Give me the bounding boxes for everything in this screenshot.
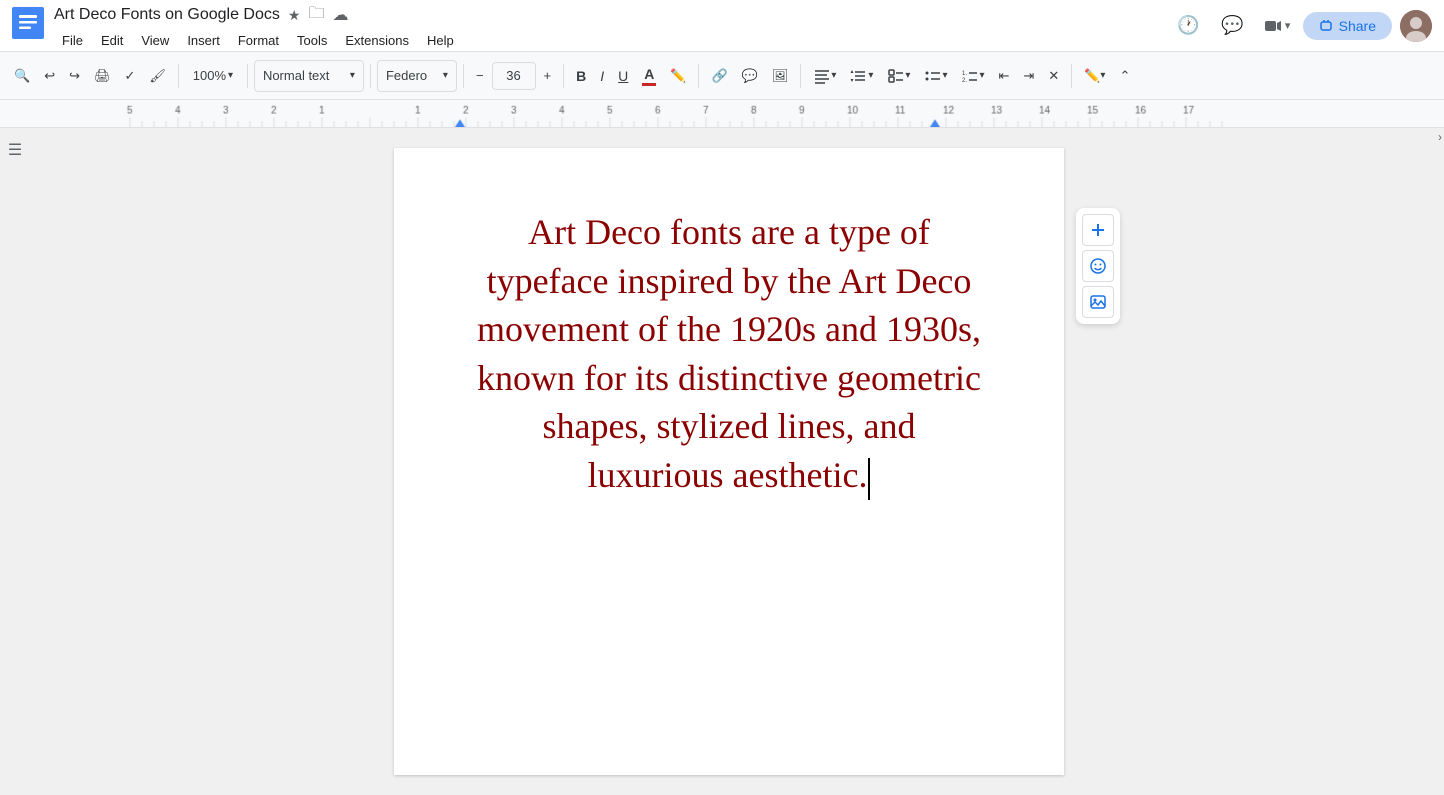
search-button[interactable]: 🔍 xyxy=(8,60,36,92)
menu-bar: FileEditViewInsertFormatToolsExtensionsH… xyxy=(54,31,1171,50)
doc-content[interactable]: Art Deco fonts are a type of typeface in… xyxy=(474,208,984,500)
meet-button[interactable]: ▾ xyxy=(1259,8,1295,44)
clear-format-button[interactable]: ✕ xyxy=(1042,60,1065,92)
separator-8 xyxy=(1071,64,1072,88)
highlight-button[interactable]: ✏️ xyxy=(664,60,692,92)
indent-decrease-button[interactable]: ⇤ xyxy=(993,60,1016,92)
doc-title[interactable]: Art Deco Fonts on Google Docs xyxy=(54,6,280,24)
history-button[interactable]: 🕐 xyxy=(1171,8,1207,44)
star-icon[interactable]: ★ xyxy=(288,7,301,24)
checklist-button[interactable]: ▾ xyxy=(881,60,916,92)
redo-button[interactable]: ↪ xyxy=(63,60,86,92)
font-size-input[interactable] xyxy=(492,62,536,90)
svg-text:2.: 2. xyxy=(962,78,967,84)
separator-5 xyxy=(563,64,564,88)
share-label: Share xyxy=(1339,18,1376,34)
doc-title-row: Art Deco Fonts on Google Docs ★ 🗀 ☁ xyxy=(54,2,1171,29)
italic-button[interactable]: I xyxy=(594,60,610,92)
insert-comment-button[interactable]: 💬 xyxy=(736,60,764,92)
separator-6 xyxy=(698,64,699,88)
number-list-button[interactable]: 1.2. ▾ xyxy=(955,60,990,92)
separator-4 xyxy=(463,64,464,88)
float-sidebar xyxy=(1076,208,1120,324)
insert-image-float-button[interactable] xyxy=(1082,286,1114,318)
docs-logo xyxy=(12,7,44,44)
menu-item-edit[interactable]: Edit xyxy=(93,31,131,50)
text-color-button[interactable]: A xyxy=(636,60,662,92)
insert-image-button[interactable]: 🖼 xyxy=(766,60,795,92)
toolbar: 🔍 ↩ ↪ 🖨 ✓ 🖌 100% ▾ Normal text ▾ Federo … xyxy=(0,52,1444,100)
spellcheck-button[interactable]: ✓ xyxy=(119,60,142,92)
share-button[interactable]: Share xyxy=(1303,12,1392,40)
separator-1 xyxy=(178,64,179,88)
bullet-list-button[interactable]: ▾ xyxy=(918,60,953,92)
menu-item-tools[interactable]: Tools xyxy=(289,31,335,50)
emoji-button[interactable] xyxy=(1082,250,1114,282)
zoom-label: 100% xyxy=(193,68,226,83)
font-increase-button[interactable]: + xyxy=(538,60,558,92)
link-button[interactable]: 🔗 xyxy=(705,60,733,92)
separator-3 xyxy=(370,64,371,88)
menu-item-view[interactable]: View xyxy=(133,31,177,50)
menu-item-insert[interactable]: Insert xyxy=(179,31,228,50)
outline-icon[interactable]: ☰ xyxy=(8,140,22,160)
ruler-wrapper xyxy=(0,100,1444,128)
line-spacing-button[interactable]: ▾ xyxy=(844,60,879,92)
menu-item-format[interactable]: Format xyxy=(230,31,287,50)
separator-2 xyxy=(247,64,248,88)
right-scroll-area[interactable]: › xyxy=(1428,128,1444,795)
align-button[interactable]: ▾ xyxy=(807,60,842,92)
menu-item-file[interactable]: File xyxy=(54,31,91,50)
underline-button[interactable]: U xyxy=(612,60,634,92)
undo-button[interactable]: ↩ xyxy=(38,60,61,92)
font-select[interactable]: Federo ▾ xyxy=(377,60,457,92)
doc-area[interactable]: Art Deco fonts are a type of typeface in… xyxy=(30,128,1428,795)
ruler-canvas xyxy=(0,100,1444,127)
menu-item-extensions[interactable]: Extensions xyxy=(337,31,417,50)
cloud-icon: ☁ xyxy=(332,5,348,25)
title-bar: Art Deco Fonts on Google Docs ★ 🗀 ☁ File… xyxy=(0,0,1444,52)
print-button[interactable]: 🖨 xyxy=(88,60,117,92)
add-block-button[interactable] xyxy=(1082,214,1114,246)
style-label: Normal text xyxy=(263,68,329,83)
zoom-button[interactable]: 100% ▾ xyxy=(185,60,241,92)
menu-item-help[interactable]: Help xyxy=(419,31,462,50)
svg-text:1.: 1. xyxy=(962,71,967,77)
main-area: ☰ Art Deco fonts are a type of typeface … xyxy=(0,128,1444,795)
font-decrease-button[interactable]: − xyxy=(470,60,490,92)
font-label: Federo xyxy=(386,68,427,83)
paint-format-button[interactable]: 🖌 xyxy=(143,60,172,92)
page: Art Deco fonts are a type of typeface in… xyxy=(394,148,1064,775)
indent-increase-button[interactable]: ⇥ xyxy=(1017,60,1040,92)
title-bar-right: 🕐 💬 ▾ Share xyxy=(1171,8,1432,44)
comments-button[interactable]: 💬 xyxy=(1215,8,1251,44)
title-section: Art Deco Fonts on Google Docs ★ 🗀 ☁ File… xyxy=(54,2,1171,50)
collapse-right-icon[interactable]: › xyxy=(1438,130,1442,144)
separator-7 xyxy=(800,64,801,88)
user-avatar[interactable] xyxy=(1400,10,1432,42)
folder-icon[interactable]: 🗀 xyxy=(308,2,324,29)
bold-button[interactable]: B xyxy=(570,60,592,92)
edit-pen-button[interactable]: ✏️ ▾ xyxy=(1078,60,1111,92)
collapse-button[interactable]: ⌃ xyxy=(1113,60,1136,92)
text-color-icon: A xyxy=(644,66,654,82)
style-select[interactable]: Normal text ▾ xyxy=(254,60,364,92)
text-color-bar xyxy=(642,83,656,86)
sidebar-left: ☰ xyxy=(0,128,30,795)
